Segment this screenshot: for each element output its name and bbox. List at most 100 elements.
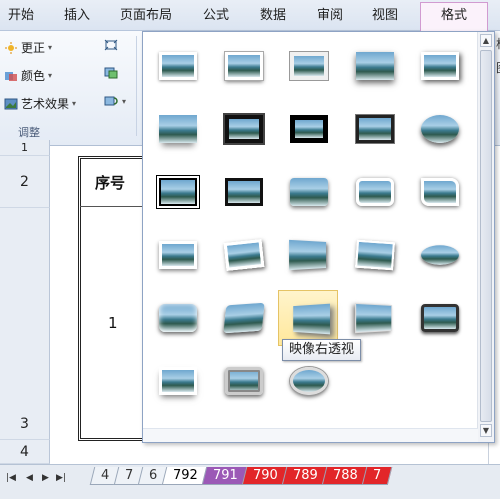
picture-style-option[interactable]: [344, 101, 404, 157]
picture-thumbnail-icon: [355, 115, 394, 143]
picture-style-option[interactable]: [213, 227, 273, 283]
picture-thumbnail-icon: [159, 115, 197, 143]
picture-thumbnail-icon: [290, 178, 329, 206]
picture-style-option[interactable]: [344, 227, 404, 283]
picture-style-option[interactable]: [278, 353, 338, 409]
color-icon: [4, 70, 18, 82]
picture-thumbnail-icon: [290, 52, 329, 80]
scroll-up-icon[interactable]: ▲: [480, 34, 492, 47]
artistic-effects-button[interactable]: 艺术效果 ▾: [4, 95, 76, 112]
table-border: [78, 156, 79, 440]
artistic-effects-label: 艺术效果: [21, 97, 70, 111]
tab-format[interactable]: 格式: [420, 2, 488, 32]
tab-view[interactable]: 视图: [372, 5, 398, 27]
picture-style-option[interactable]: [147, 164, 207, 220]
change-picture-icon[interactable]: [104, 67, 118, 79]
picture-style-option[interactable]: [147, 353, 207, 409]
picture-style-option[interactable]: [409, 38, 469, 94]
cell-header-seq[interactable]: 序号: [95, 172, 125, 193]
tab-formulas[interactable]: 公式: [203, 5, 229, 27]
picture-thumbnail-icon: [355, 178, 394, 206]
picture-thumbnail-icon: [421, 304, 460, 332]
picture-style-option[interactable]: [278, 290, 339, 346]
table-border: [80, 158, 142, 159]
picture-style-option[interactable]: [409, 101, 469, 157]
tab-page-layout[interactable]: 页面布局: [120, 5, 172, 27]
picture-style-option[interactable]: [147, 101, 207, 157]
style-tooltip: 映像右透视: [282, 339, 362, 361]
color-label: 颜色: [21, 69, 46, 83]
sheet-tab[interactable]: 7: [361, 467, 393, 485]
table-border: [80, 158, 81, 438]
gallery-scrollbar[interactable]: ▲ ▼: [477, 32, 494, 442]
picture-thumbnail-icon: [354, 239, 395, 271]
picture-thumbnail-icon: [223, 239, 264, 271]
picture-style-option[interactable]: [213, 101, 273, 157]
scroll-down-icon[interactable]: ▼: [480, 424, 492, 437]
picture-thumbnail-icon: [224, 367, 263, 395]
table-border: [80, 438, 142, 439]
picture-style-option[interactable]: [278, 227, 338, 283]
artistic-effects-icon: [4, 98, 18, 110]
picture-style-option[interactable]: [278, 101, 338, 157]
picture-style-option[interactable]: [409, 227, 469, 283]
picture-style-option[interactable]: [213, 290, 273, 346]
tab-insert[interactable]: 插入: [64, 5, 90, 27]
picture-style-option[interactable]: [278, 38, 338, 94]
compress-pictures-icon[interactable]: [104, 39, 118, 51]
picture-style-option[interactable]: [278, 164, 338, 220]
corrections-label: 更正: [21, 41, 46, 55]
sheet-tab-bar: |◀ ◀ ▶ ▶| 4 7 6 792 791 790 789 788 7: [0, 464, 500, 499]
dropdown-arrow-icon: ▾: [72, 99, 77, 108]
picture-thumbnail-icon: [222, 113, 265, 145]
picture-thumbnail-icon: [293, 303, 331, 335]
tab-data[interactable]: 数据: [260, 5, 286, 27]
prev-sheet-icon[interactable]: ◀: [26, 473, 33, 483]
picture-style-option[interactable]: [147, 227, 207, 283]
ribbon-partial-text: 图: [496, 59, 500, 76]
dropdown-arrow-icon: ▾: [48, 71, 53, 80]
gallery-resize-bar[interactable]: [143, 428, 478, 442]
dropdown-arrow-icon[interactable]: ▾: [122, 97, 126, 106]
picture-style-option[interactable]: [409, 164, 469, 220]
picture-styles-gallery[interactable]: ▲ ▼: [142, 31, 495, 443]
first-sheet-icon[interactable]: |◀: [6, 473, 16, 483]
picture-thumbnail-icon: [159, 241, 197, 269]
color-button[interactable]: 颜色 ▾: [4, 67, 52, 84]
row-header-2[interactable]: 2: [0, 156, 50, 208]
row-header-3[interactable]: 3: [0, 208, 50, 440]
picture-style-option[interactable]: [344, 38, 404, 94]
picture-thumbnail-icon: [159, 367, 197, 395]
picture-thumbnail-icon: [421, 115, 460, 143]
scroll-thumb[interactable]: [480, 50, 492, 422]
tab-review[interactable]: 审阅: [317, 5, 343, 27]
table-border: [78, 156, 142, 157]
picture-thumbnail-icon: [355, 52, 394, 80]
ribbon-partial-text: 析: [496, 35, 500, 52]
row-header-4[interactable]: 4: [0, 440, 50, 464]
picture-style-option[interactable]: [213, 353, 273, 409]
next-sheet-icon[interactable]: ▶: [42, 473, 49, 483]
picture-thumbnail-icon: [224, 178, 263, 206]
picture-style-option[interactable]: [147, 290, 207, 346]
tab-home[interactable]: 开始: [8, 5, 34, 27]
picture-thumbnail-icon: [224, 52, 263, 80]
reset-picture-icon[interactable]: [104, 95, 118, 107]
group-separator: [136, 36, 137, 136]
picture-thumbnail-icon: [159, 304, 197, 332]
last-sheet-icon[interactable]: ▶|: [56, 473, 66, 483]
corrections-button[interactable]: 更正 ▾: [4, 39, 52, 56]
picture-thumbnail-icon: [290, 367, 329, 395]
picture-style-option[interactable]: [213, 38, 273, 94]
picture-style-option[interactable]: [213, 164, 273, 220]
picture-style-option[interactable]: [344, 164, 404, 220]
adjust-group-label: 调整: [18, 126, 40, 139]
cell-seq-value[interactable]: 1: [108, 314, 118, 332]
row-header-1[interactable]: 1: [0, 140, 50, 156]
picture-style-option[interactable]: [409, 290, 469, 346]
picture-style-option[interactable]: [147, 38, 207, 94]
table-border: [80, 206, 142, 207]
picture-style-option[interactable]: [344, 290, 404, 346]
sun-icon: [4, 41, 18, 54]
picture-thumbnail-icon: [421, 178, 460, 206]
